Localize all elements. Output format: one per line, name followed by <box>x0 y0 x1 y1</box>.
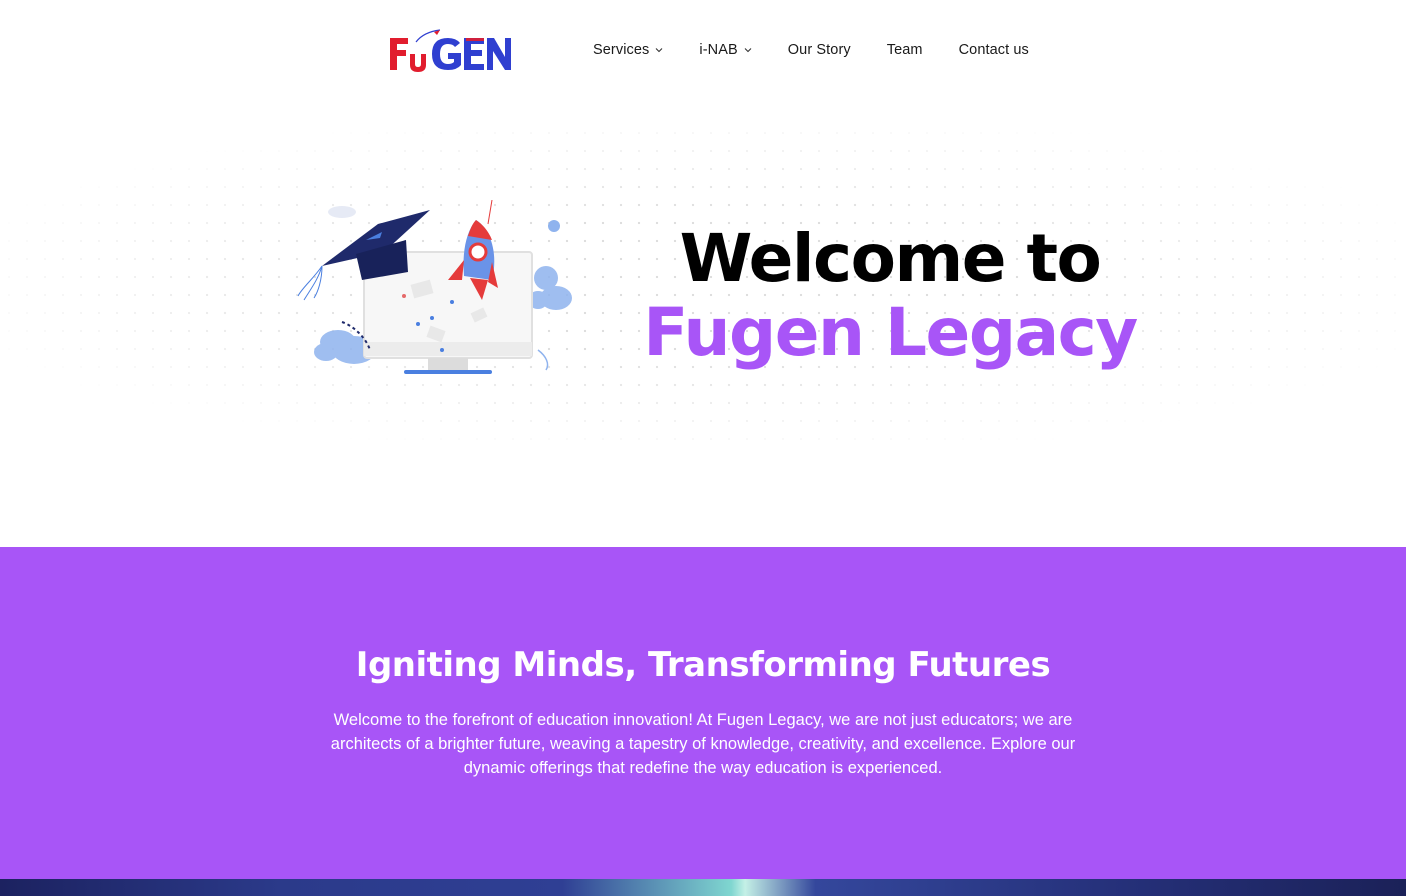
nav-item-label: i-NAB <box>699 42 738 58</box>
intro-section: Igniting Minds, Transforming Futures Wel… <box>0 547 1406 879</box>
hero-title-line2: Fugen Legacy <box>643 294 1138 371</box>
nav-item-contact-us[interactable]: Contact us <box>959 42 1029 58</box>
nav-item-services[interactable]: Services <box>593 42 663 58</box>
cloud-icon <box>528 266 572 310</box>
nav-item-label: Our Story <box>787 42 851 58</box>
hero-title: Welcome to Fugen Legacy <box>640 222 1140 370</box>
intro-paragraph: Welcome to the forefront of education in… <box>330 711 1076 777</box>
hero-illustration <box>297 200 572 374</box>
nav-item-our-story[interactable]: Our Story <box>788 42 851 58</box>
nav-item-label: Team <box>886 42 923 58</box>
hero-title-line1: Welcome to <box>679 220 1102 297</box>
next-section-banner <box>0 879 1406 896</box>
intro-heading: Igniting Minds, Transforming Futures <box>355 645 1051 685</box>
fugen-logo[interactable] <box>388 28 512 76</box>
nav-item-label: Services <box>593 42 650 58</box>
main-nav: Services i-NAB Our Story Team Contact us <box>593 42 1029 58</box>
nav-item-label: Contact us <box>958 42 1029 58</box>
chevron-down-icon <box>744 48 752 53</box>
nav-item-inab[interactable]: i-NAB <box>699 42 752 58</box>
hero-section: Welcome to Fugen Legacy <box>0 104 1406 547</box>
chevron-down-icon <box>656 48 663 53</box>
site-header: Services i-NAB Our Story Team Contact us <box>0 0 1406 104</box>
nav-item-team[interactable]: Team <box>887 42 923 58</box>
